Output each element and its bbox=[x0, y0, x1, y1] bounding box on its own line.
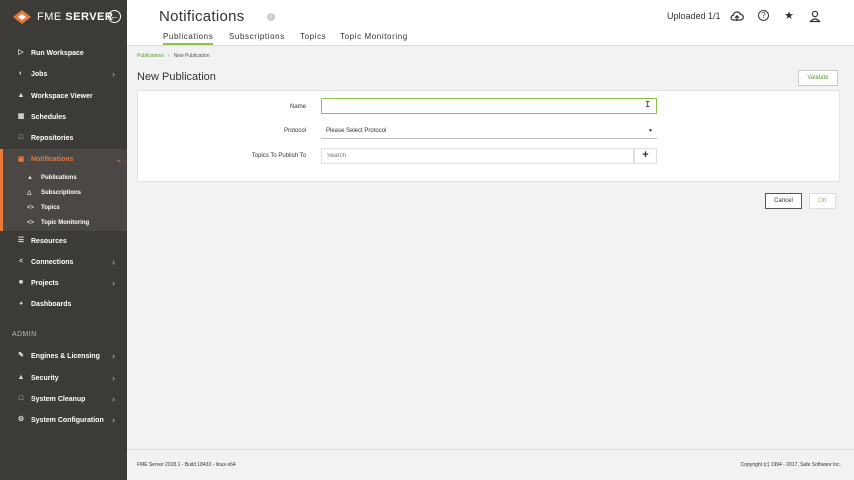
subscription-icon: △ bbox=[27, 190, 32, 196]
protocol-select[interactable]: Please Select Protocol ▼ bbox=[321, 124, 657, 139]
sidebar-item-security[interactable]: ▲ Security › bbox=[0, 368, 127, 388]
connections-icon: < bbox=[18, 258, 24, 265]
sidebar-item-run-workspace[interactable]: ▷ Run Workspace bbox=[0, 43, 127, 63]
publication-icon: ▲ bbox=[27, 174, 33, 181]
sidebar-item-dashboards[interactable]: ◕ Dashboards bbox=[0, 294, 127, 314]
notifications-icon: ▣ bbox=[17, 155, 25, 163]
header: Notifications i Uploaded 1/1 ? ★ Publica… bbox=[127, 0, 854, 46]
cloud-upload-icon[interactable] bbox=[730, 9, 744, 23]
tab-subscriptions[interactable]: Subscriptions bbox=[229, 32, 285, 41]
projects-icon: ■ bbox=[18, 279, 24, 286]
footer-version: FME Server 2018.1 - Build 18433 - linux-… bbox=[137, 462, 236, 468]
resources-icon: ☰ bbox=[17, 237, 25, 244]
validate-button[interactable]: Validate bbox=[798, 70, 838, 86]
workspace-viewer-icon: ▲ bbox=[17, 92, 25, 99]
sidebar-item-connections[interactable]: < Connections › bbox=[0, 252, 127, 272]
topic-icon: <> bbox=[27, 204, 35, 211]
folder-icon: □ bbox=[18, 134, 24, 141]
tab-topic-monitoring[interactable]: Topic Monitoring bbox=[340, 32, 408, 41]
sidebar-item-workspace-viewer[interactable]: ▲ Workspace Viewer bbox=[0, 86, 127, 106]
sidebar-subitem-subscriptions[interactable]: △ Subscriptions bbox=[3, 185, 127, 200]
chevron-right-icon: › bbox=[112, 257, 115, 267]
breadcrumb-current: New Publication bbox=[173, 53, 210, 59]
sidebar-subitem-topic-monitoring[interactable]: <> Topic Monitoring bbox=[3, 215, 127, 230]
notifications-submenu: ▲ Publications △ Subscriptions <> Topics… bbox=[0, 170, 127, 231]
breadcrumb-separator-icon: › bbox=[167, 53, 170, 59]
help-icon[interactable]: ? bbox=[758, 10, 769, 21]
footer: FME Server 2018.1 - Build 18433 - linux-… bbox=[127, 449, 854, 480]
sidebar-subitem-topics[interactable]: <> Topics bbox=[3, 200, 127, 215]
topics-label: Topics To Publish To bbox=[251, 153, 306, 159]
collapse-sidebar-icon[interactable]: ← bbox=[108, 10, 121, 23]
text-cursor-icon: I bbox=[645, 100, 651, 110]
topics-search-input[interactable] bbox=[321, 148, 634, 164]
caret-down-icon: ▼ bbox=[648, 128, 653, 134]
sidebar-item-repositories[interactable]: □ Repositories bbox=[0, 128, 127, 148]
tab-topics[interactable]: Topics bbox=[300, 32, 326, 41]
sidebar-item-projects[interactable]: ■ Projects › bbox=[0, 273, 127, 293]
chevron-right-icon: › bbox=[112, 351, 115, 361]
dashboards-icon: ◕ bbox=[18, 300, 24, 307]
play-icon: ▷ bbox=[18, 49, 24, 56]
chevron-down-icon: ⌄ bbox=[115, 154, 123, 164]
sidebar: FME SERVER ← ▷ Run Workspace ◐ Jobs › ▲ … bbox=[0, 0, 127, 480]
add-topic-button[interactable]: + bbox=[634, 148, 657, 164]
chevron-right-icon: › bbox=[112, 69, 115, 79]
gear-icon: ⚙ bbox=[17, 416, 25, 423]
chevron-right-icon: › bbox=[112, 415, 115, 425]
name-label: Name bbox=[289, 104, 306, 110]
brand-name: FME SERVER bbox=[37, 11, 114, 23]
breadcrumb: Publications › New Publication bbox=[137, 53, 210, 59]
sidebar-item-jobs[interactable]: ◐ Jobs › bbox=[0, 64, 127, 84]
ok-button[interactable]: OK bbox=[809, 193, 836, 209]
jobs-icon: ◐ bbox=[18, 70, 24, 77]
chevron-right-icon: › bbox=[112, 278, 115, 288]
sidebar-item-system-configuration[interactable]: ⚙ System Configuration › bbox=[0, 410, 127, 430]
publication-form: Name I Protocol Please Select Protocol ▼… bbox=[137, 90, 840, 182]
tab-publications[interactable]: Publications bbox=[163, 32, 214, 45]
engines-icon: ✎ bbox=[18, 352, 24, 359]
sidebar-item-system-cleanup[interactable]: □ System Cleanup › bbox=[0, 389, 127, 409]
cleanup-icon: □ bbox=[18, 395, 24, 402]
star-icon[interactable]: ★ bbox=[782, 9, 796, 23]
sidebar-item-engines-licensing[interactable]: ✎ Engines & Licensing › bbox=[0, 346, 127, 366]
calendar-icon: ▦ bbox=[17, 113, 25, 120]
fme-logo-icon bbox=[13, 10, 31, 24]
protocol-select-value: Please Select Protocol bbox=[326, 128, 387, 134]
sidebar-item-notifications[interactable]: ▣ Notifications ⌄ bbox=[0, 149, 127, 170]
sidebar-item-schedules[interactable]: ▦ Schedules bbox=[0, 107, 127, 127]
upload-status: Uploaded 1/1 bbox=[667, 11, 721, 21]
form-title: New Publication bbox=[137, 71, 216, 83]
chevron-right-icon: › bbox=[112, 373, 115, 383]
brand: FME SERVER ← bbox=[0, 0, 127, 34]
protocol-label: Protocol bbox=[283, 128, 306, 134]
name-input[interactable] bbox=[321, 98, 657, 114]
admin-section-label: ADMIN bbox=[12, 331, 37, 338]
cancel-button[interactable]: Cancel bbox=[765, 193, 802, 209]
user-icon[interactable] bbox=[808, 9, 822, 23]
breadcrumb-publications-link[interactable]: Publications bbox=[137, 53, 164, 59]
footer-copyright: Copyright (c) 1994 - 2017, Safe Software… bbox=[740, 462, 841, 468]
shield-icon: ▲ bbox=[17, 374, 25, 381]
page-title: Notifications bbox=[159, 8, 245, 25]
sidebar-item-resources[interactable]: ☰ Resources bbox=[0, 231, 127, 251]
chevron-right-icon: › bbox=[112, 394, 115, 404]
info-icon[interactable]: i bbox=[267, 13, 275, 21]
sidebar-subitem-publications[interactable]: ▲ Publications bbox=[3, 170, 127, 185]
topic-monitoring-icon: <> bbox=[27, 219, 35, 226]
